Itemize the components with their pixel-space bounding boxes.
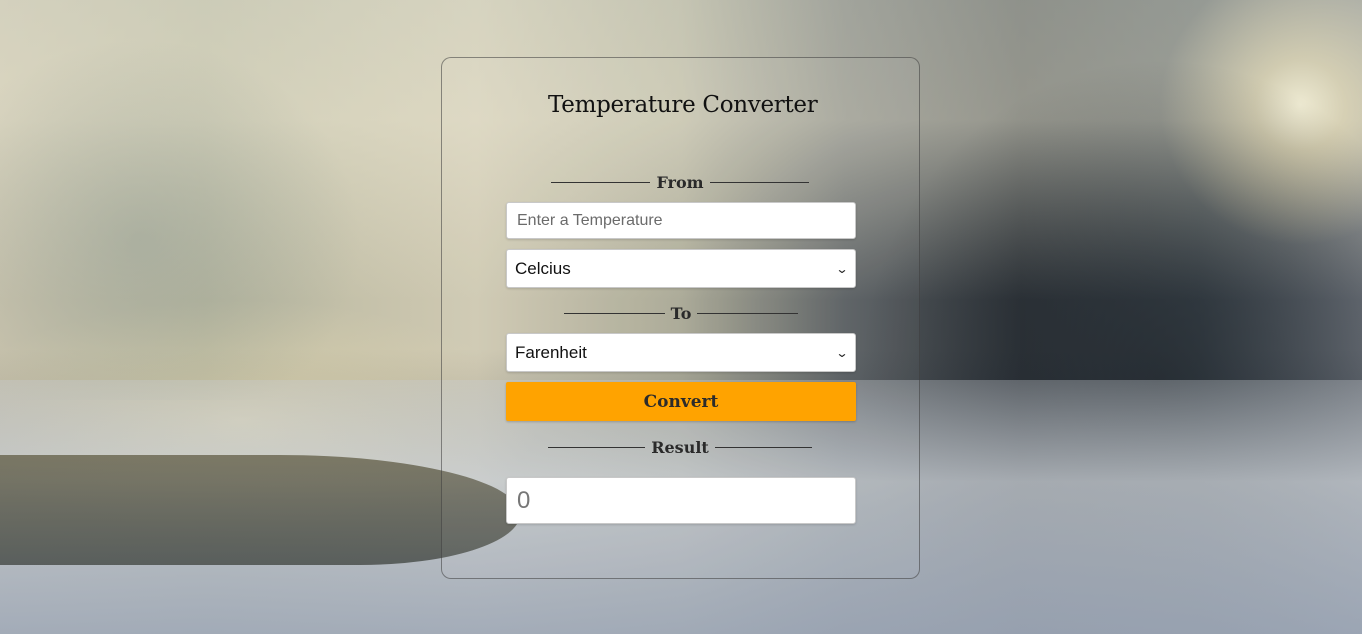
from-unit-select[interactable]: Celcius ⌄ <box>506 249 856 288</box>
result-divider: Result <box>548 436 812 458</box>
to-divider: To <box>564 302 798 324</box>
page-title: Temperature Converter <box>548 92 818 118</box>
from-label: From <box>656 172 704 192</box>
to-label: To <box>670 303 692 323</box>
chevron-down-icon: ⌄ <box>835 261 849 276</box>
convert-button[interactable]: Convert <box>506 382 856 421</box>
chevron-down-icon: ⌄ <box>835 345 849 360</box>
result-field[interactable]: 0 <box>506 477 856 524</box>
temperature-input[interactable]: Enter a Temperature <box>506 202 856 239</box>
from-divider: From <box>551 171 810 193</box>
result-label: Result <box>651 437 709 457</box>
from-unit-value: Celcius <box>515 258 571 278</box>
to-unit-select[interactable]: Farenheit ⌄ <box>506 333 856 372</box>
to-unit-value: Farenheit <box>515 342 587 362</box>
